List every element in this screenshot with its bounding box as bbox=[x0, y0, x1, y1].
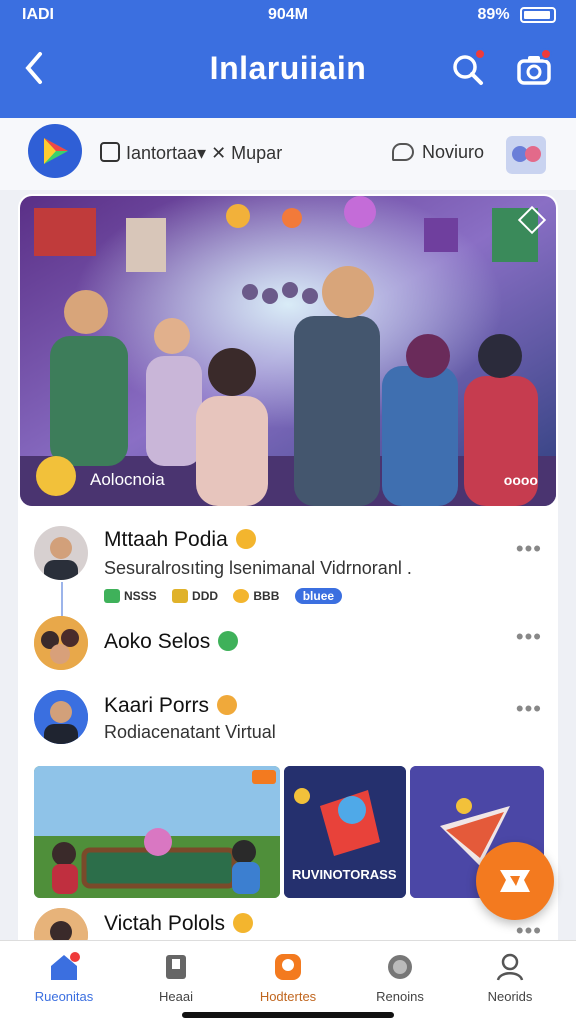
nav-item-3[interactable]: Hodtertes bbox=[238, 951, 338, 1004]
status-right: 89% bbox=[478, 6, 556, 24]
quick-item-2[interactable]: Noviuro bbox=[392, 142, 484, 163]
tag-label: DDD bbox=[192, 589, 219, 603]
media-thumb[interactable]: RUVINOTORASS bbox=[284, 766, 406, 898]
quick-row: Iantortaa▾ ✕ Mupar Noviuro bbox=[0, 118, 576, 190]
emoji-icon bbox=[233, 589, 250, 603]
item-name-text: Aoko Selos bbox=[104, 630, 211, 653]
item-name: Mttaah Podia bbox=[104, 528, 256, 552]
profile-avatar[interactable] bbox=[506, 136, 546, 174]
media-thumb[interactable] bbox=[34, 766, 280, 898]
item-name: Kaari Porrs bbox=[104, 694, 238, 718]
billiards-scene-image bbox=[34, 766, 280, 898]
search-button[interactable] bbox=[450, 48, 486, 88]
nav-label: Rueonitas bbox=[34, 989, 94, 1004]
tag-row: NSSS DDD BBB bluee bbox=[104, 588, 354, 604]
nav-label: Hodtertes bbox=[259, 989, 317, 1004]
avatar bbox=[34, 616, 88, 670]
banner-image[interactable]: Aolocnoia oooo bbox=[20, 196, 556, 506]
banner-label: Aolocnoia bbox=[90, 470, 165, 489]
item-name-text: Victah Polols bbox=[104, 912, 226, 935]
home-indicator bbox=[182, 1012, 394, 1018]
headset-icon bbox=[388, 955, 412, 979]
item-name: Victah Polols bbox=[104, 912, 254, 936]
item-name-text: Kaari Porrs bbox=[104, 694, 210, 717]
media-grid: RUVINOTORASS bbox=[34, 766, 544, 898]
emoji-icon bbox=[235, 529, 256, 549]
leaf-icon bbox=[218, 631, 239, 651]
tag[interactable]: NSSS bbox=[104, 589, 157, 603]
nav-item-2[interactable]: Heaai bbox=[126, 951, 226, 1004]
group-photo-icon bbox=[34, 616, 88, 670]
emoji-icon bbox=[217, 695, 238, 715]
top-bar: IADI 904M 89% Inlaruiiain bbox=[0, 0, 576, 118]
avatar-icon bbox=[512, 146, 541, 162]
battery-percent: 89% bbox=[477, 6, 510, 23]
banner-more[interactable]: oooo bbox=[504, 472, 538, 488]
thread-connector bbox=[61, 582, 63, 616]
square-icon bbox=[100, 142, 120, 162]
item-name-text: Mttaah Podia bbox=[104, 528, 228, 551]
tag-blue[interactable]: bluee bbox=[294, 588, 343, 604]
nav-label: Neorids bbox=[487, 989, 533, 1004]
tag[interactable]: BBB bbox=[233, 589, 279, 603]
tag-label: NSSS bbox=[124, 589, 157, 603]
feed-card: Aolocnoia oooo Mttaah Podia Sesuralrosıt… bbox=[18, 194, 558, 954]
notification-dot bbox=[540, 48, 552, 60]
item-name: Aoko Selos bbox=[104, 630, 239, 654]
avatar bbox=[34, 690, 88, 744]
person-icon bbox=[34, 690, 88, 744]
more-options-icon[interactable]: ••• bbox=[516, 696, 542, 722]
list-item[interactable]: Mttaah Podia Sesuralrosıting lsenimanal … bbox=[18, 524, 558, 614]
nav-item-profile[interactable]: Neorids bbox=[460, 951, 560, 1004]
bookmark-icon bbox=[166, 955, 186, 979]
more-options-icon[interactable]: ••• bbox=[516, 536, 542, 562]
create-fab-button[interactable] bbox=[476, 842, 554, 920]
person-icon bbox=[44, 537, 78, 580]
more-options-icon[interactable]: ••• bbox=[516, 624, 542, 650]
send-icon bbox=[500, 870, 530, 892]
location-icon bbox=[275, 954, 301, 980]
tag-label: BBB bbox=[253, 589, 280, 603]
play-icon bbox=[44, 138, 68, 164]
thumb-label: RUVINOTORASS bbox=[292, 867, 397, 882]
status-bar: IADI 904M 89% bbox=[0, 6, 576, 28]
home-icon bbox=[51, 952, 80, 980]
nav-item-home[interactable]: Rueonitas bbox=[14, 951, 114, 1004]
avatar bbox=[34, 526, 88, 580]
emoji-icon bbox=[233, 913, 254, 933]
play-button[interactable] bbox=[28, 124, 82, 178]
tag[interactable]: DDD bbox=[172, 589, 218, 603]
page-title: Inlaruiiain bbox=[209, 50, 367, 86]
item-subtitle: Sesuralrosıting lsenimanal Vidrnoranl . bbox=[104, 558, 412, 578]
camera-button[interactable] bbox=[516, 48, 552, 88]
quick-item-1[interactable]: Iantortaa▾ ✕ Mupar bbox=[100, 142, 282, 164]
list-item[interactable]: Aoko Selos ••• bbox=[18, 616, 558, 676]
smiley-icon bbox=[36, 456, 76, 496]
list-item[interactable]: Kaari Porrs Rodiacenatant Virtual ••• bbox=[18, 690, 558, 760]
nav-label: Renoins bbox=[376, 989, 424, 1004]
notification-dot bbox=[474, 48, 486, 60]
leaf-icon bbox=[104, 589, 120, 603]
quick-item-2-label: Noviuro bbox=[422, 142, 485, 162]
nav-item-4[interactable]: Renoins bbox=[350, 951, 450, 1004]
battery-icon bbox=[520, 6, 556, 23]
user-icon bbox=[496, 953, 524, 981]
nav-label: Heaai bbox=[159, 989, 193, 1004]
quick-item-1-label: Iantortaa▾ ✕ Mupar bbox=[126, 143, 283, 163]
item-subtitle: Rodiacenatant Virtual bbox=[104, 722, 276, 742]
chat-icon bbox=[392, 143, 414, 161]
ticket-icon bbox=[172, 589, 189, 603]
party-scene-image bbox=[20, 196, 556, 506]
